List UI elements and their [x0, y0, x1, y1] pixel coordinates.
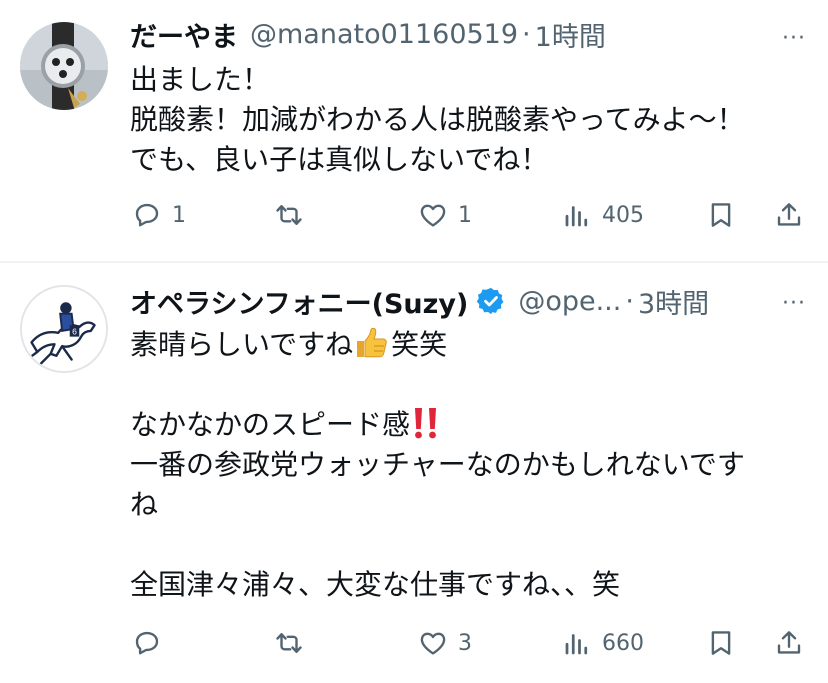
share-button[interactable]: [774, 195, 804, 235]
verified-badge-icon: [477, 287, 504, 315]
double-exclamation-emoji-icon: [415, 408, 437, 439]
separator-dot: ·: [625, 285, 634, 317]
tweet-reply-1[interactable]: だーやま @manato01160519 · 1時間 ··· 出ました！ 脱酸素…: [0, 0, 828, 262]
thumbs-up-emoji-icon: [357, 327, 387, 358]
like-count: 1: [458, 202, 472, 228]
views-button[interactable]: 405: [562, 195, 644, 235]
tweet-reply-2[interactable]: 6 オペラシンフォニー(Suzy) @ope... · 3時間 ··· 素晴らし…: [0, 263, 828, 683]
watch-photo-avatar-icon: [20, 22, 108, 110]
tweet-text-line: 出ました！: [130, 63, 271, 96]
tweet-text-segment: 素晴らしいですね: [130, 328, 354, 361]
display-name[interactable]: だーやま: [130, 15, 238, 54]
tweet-text-line: なかなかのスピード感: [130, 405, 798, 445]
like-button[interactable]: 3: [418, 623, 472, 663]
view-count: 405: [602, 202, 644, 228]
user-avatar[interactable]: [20, 22, 108, 110]
reply-icon: [135, 631, 159, 655]
share-button[interactable]: [774, 623, 804, 663]
tweet-header: オペラシンフォニー(Suzy) @ope... · 3時間: [130, 281, 768, 321]
bar-chart-icon: [565, 634, 588, 655]
more-options-icon[interactable]: ···: [782, 291, 806, 316]
tweet-text-line: ね: [130, 488, 159, 521]
more-options-icon[interactable]: ···: [782, 26, 806, 51]
tweet-text-line: でも、良い子は真似しないでね！: [130, 143, 549, 176]
separator-dot: ·: [522, 18, 531, 50]
user-avatar[interactable]: 6: [20, 285, 108, 373]
retweet-icon: [276, 633, 302, 653]
tweet-text-line: 全国津々浦々、大変な仕事ですね、、笑: [130, 568, 621, 601]
svg-text:6: 6: [72, 327, 77, 337]
user-handle[interactable]: @manato01160519: [250, 19, 518, 50]
like-button[interactable]: 1: [418, 195, 472, 235]
tweet-header: だーやま @manato01160519 · 1時間: [130, 14, 768, 54]
share-icon: [777, 203, 801, 226]
bookmark-icon: [711, 203, 731, 227]
share-icon: [777, 631, 801, 654]
action-bar: 3 660: [128, 623, 808, 663]
tweet-text-line: 素晴らしいですね 笑笑: [130, 325, 798, 365]
bar-chart-icon: [565, 206, 588, 227]
tweet-text: 素晴らしいですね 笑笑 なかなかのスピード感 一番の参政党ウォッチャーなのかもし…: [130, 325, 798, 605]
tweet-text-line: 一番の参政党ウォッチャーなのかもしれないです: [130, 448, 745, 481]
reply-button[interactable]: [132, 623, 172, 663]
bookmark-button[interactable]: [706, 195, 736, 235]
bookmark-button[interactable]: [706, 623, 736, 663]
tweet-text: 出ました！ 脱酸素！加減がわかる人は脱酸素やってみよ〜！ でも、良い子は真似しな…: [130, 60, 798, 180]
retweet-button[interactable]: [274, 623, 314, 663]
user-handle[interactable]: @ope...: [518, 286, 621, 317]
views-button[interactable]: 660: [562, 623, 644, 663]
bookmark-icon: [711, 631, 731, 655]
tweet-text-line: 脱酸素！加減がわかる人は脱酸素やってみよ〜！: [130, 103, 745, 136]
timestamp[interactable]: 1時間: [535, 15, 606, 54]
timestamp[interactable]: 3時間: [638, 282, 709, 321]
tweet-text-segment: 笑笑: [391, 328, 448, 361]
view-count: 660: [602, 630, 644, 656]
tweet-text-segment: なかなかのスピード感: [130, 408, 411, 441]
heart-icon: [420, 204, 446, 227]
action-bar: 1 1 405: [128, 195, 808, 235]
retweet-button[interactable]: [274, 195, 314, 235]
heart-icon: [420, 632, 446, 655]
like-count: 3: [458, 630, 472, 656]
reply-button[interactable]: 1: [132, 195, 186, 235]
racehorse-jockey-avatar-icon: 6: [22, 287, 106, 371]
reply-icon: [135, 203, 159, 227]
reply-count: 1: [172, 202, 186, 228]
retweet-icon: [276, 205, 302, 225]
display-name[interactable]: オペラシンフォニー(Suzy): [130, 282, 468, 321]
